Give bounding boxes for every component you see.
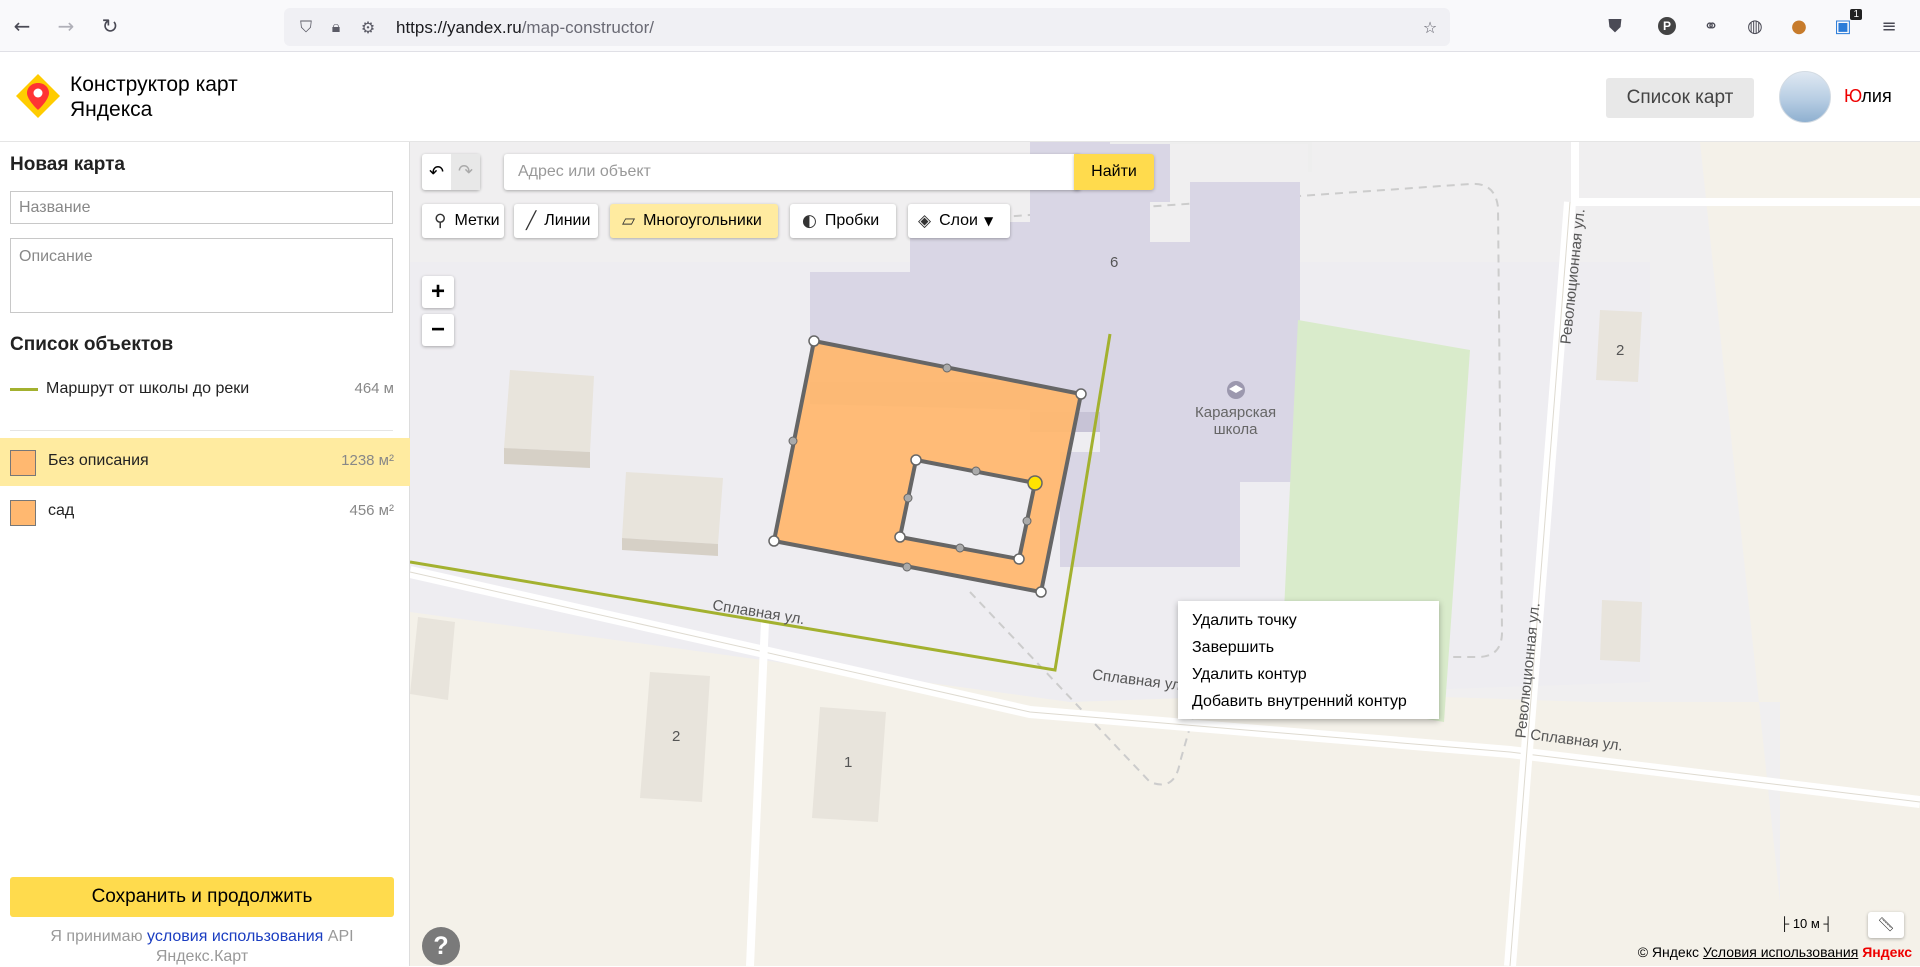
- tool-label: Многоугольники: [643, 212, 762, 229]
- app-title-line1: Конструктор карт: [70, 73, 238, 96]
- maps-list-button[interactable]: Список карт: [1606, 78, 1754, 118]
- selected-vertex[interactable]: [1027, 475, 1043, 491]
- menu-icon[interactable]: ≡: [1876, 13, 1902, 39]
- house-number-label: 2: [672, 728, 681, 745]
- yandex-maps-logo-icon[interactable]: [16, 74, 60, 118]
- ruler-icon[interactable]: 📏︎: [1868, 912, 1904, 938]
- extension-badge: 1: [1850, 9, 1862, 20]
- extensions-icon[interactable]: ⚭: [1698, 13, 1724, 39]
- redo-button[interactable]: ↷: [451, 154, 480, 190]
- terms-link[interactable]: условия использования: [147, 928, 323, 945]
- profile-p-icon[interactable]: P: [1654, 13, 1680, 39]
- zoom-in-button[interactable]: +: [422, 276, 454, 308]
- tool-lines-button[interactable]: ╱ Линии: [514, 204, 598, 238]
- map-canvas[interactable]: 6 Караярская школа Сплавная ул. Сплавная …: [410, 142, 1920, 966]
- school-name-label[interactable]: Караярская школа: [1195, 404, 1276, 438]
- scale-label: 10 м: [1792, 916, 1820, 931]
- polygon-swatch-icon: [10, 500, 36, 526]
- map-layer[interactable]: [410, 142, 1920, 966]
- scale-bar: ├ 10 м ┤: [1780, 916, 1833, 931]
- globe-icon[interactable]: ◍: [1742, 13, 1768, 39]
- object-item-polygon-1[interactable]: Без описания 1238 м²: [0, 438, 410, 486]
- tool-layers-button[interactable]: ◈ Слои ▼: [908, 204, 1010, 238]
- layers-icon: ◈: [918, 211, 932, 231]
- tool-label: Слои: [939, 212, 978, 229]
- bookmark-star-icon[interactable]: ☆: [1420, 17, 1440, 37]
- object-item-polygon-2[interactable]: сад 456 м²: [0, 488, 410, 536]
- menu-item-delete-point[interactable]: Удалить точку: [1178, 607, 1439, 634]
- pocket-icon[interactable]: ⛊: [1602, 13, 1628, 39]
- line-icon: ╱: [526, 211, 537, 231]
- objects-list-title: Список объектов: [10, 334, 174, 355]
- house: [622, 472, 723, 544]
- sidebar: Новая карта Название Описание Список объ…: [0, 142, 410, 966]
- divider: [10, 430, 393, 431]
- object-label: сад: [48, 502, 75, 519]
- tool-polygons-button[interactable]: ▱ Многоугольники: [610, 204, 778, 238]
- house-number-label: 1: [844, 754, 853, 771]
- map-name-input[interactable]: Название: [10, 191, 393, 224]
- search-button[interactable]: Найти: [1074, 154, 1154, 190]
- object-label: Маршрут от школы до реки: [46, 380, 250, 397]
- back-icon[interactable]: ←: [8, 12, 36, 40]
- permissions-icon[interactable]: ⚙: [358, 17, 378, 37]
- terms-text: Я принимаю условия использования API Янд…: [50, 928, 354, 965]
- menu-item-finish[interactable]: Завершить: [1178, 634, 1439, 661]
- url-text[interactable]: https://yandex.ru/map-constructor/: [396, 18, 654, 38]
- polygon-swatch-icon: [10, 450, 36, 476]
- polygon-icon: ▱: [622, 211, 636, 231]
- tool-label: Метки: [454, 212, 500, 229]
- object-length: 464 м: [354, 380, 394, 397]
- new-map-title: Новая карта: [10, 154, 125, 175]
- avatar[interactable]: [1779, 71, 1831, 123]
- app-header: Конструктор карт Яндекса Список карт Юли…: [0, 52, 1920, 142]
- app-title-line2: Яндекса: [70, 98, 153, 121]
- line-swatch-icon: [10, 388, 38, 391]
- undo-redo-group: ↶ ↷: [422, 154, 480, 190]
- app-title[interactable]: Конструктор карт Яндекса: [70, 72, 238, 122]
- lock-icon[interactable]: 🔒︎: [326, 17, 346, 37]
- copyright: © Яндекс Условия использования Яндекс: [1638, 944, 1912, 960]
- house: [410, 617, 455, 700]
- browser-toolbar: ← → ↻ ⛉ 🔒︎ ⚙ https://yandex.ru/map-const…: [0, 0, 1920, 52]
- tool-label: Линии: [544, 212, 591, 229]
- zoom-out-button[interactable]: −: [422, 314, 454, 346]
- object-label: Без описания: [48, 452, 149, 469]
- forward-icon[interactable]: →: [52, 12, 80, 40]
- placemark-icon: ⚲: [434, 211, 447, 231]
- house: [504, 370, 594, 452]
- house: [1600, 600, 1642, 662]
- shield-icon[interactable]: ⛉: [296, 17, 316, 37]
- tool-placemarks-button[interactable]: ⚲ Метки: [422, 204, 504, 238]
- notification-extension-icon[interactable]: ▣ 1: [1830, 9, 1862, 39]
- vertex-context-menu: Удалить точку Завершить Удалить контур Д…: [1178, 601, 1439, 719]
- address-bar[interactable]: ⛉ 🔒︎ ⚙ https://yandex.ru/map-constructor…: [284, 8, 1450, 46]
- copyright-text: © Яндекс: [1637, 944, 1700, 960]
- reload-icon[interactable]: ↻: [96, 12, 124, 40]
- object-item-route[interactable]: Маршрут от школы до реки 464 м: [0, 366, 410, 414]
- yandex-brand[interactable]: Яндекс: [1862, 944, 1912, 960]
- object-area: 456 м²: [349, 502, 394, 519]
- house-number-label: 2: [1616, 342, 1625, 359]
- traffic-icon: ◐: [802, 211, 817, 231]
- building-number-label: 6: [1110, 254, 1119, 271]
- save-and-continue-button[interactable]: Сохранить и продолжить: [10, 877, 394, 917]
- search-input[interactable]: Адрес или объект: [504, 154, 1080, 190]
- tool-label: Пробки: [824, 212, 880, 229]
- undo-button[interactable]: ↶: [422, 162, 451, 183]
- map-terms-link[interactable]: Условия использования: [1703, 944, 1858, 960]
- map-description-input[interactable]: Описание: [10, 238, 393, 313]
- help-button[interactable]: ?: [422, 927, 460, 965]
- tool-traffic-button[interactable]: ◐ Пробки: [790, 204, 896, 238]
- menu-item-delete-contour[interactable]: Удалить контур: [1178, 661, 1439, 688]
- chevron-down-icon: ▼: [983, 214, 994, 228]
- object-area: 1238 м²: [341, 452, 394, 469]
- user-name[interactable]: Юлия: [1844, 86, 1892, 107]
- bear-extension-icon[interactable]: ●: [1786, 13, 1812, 39]
- menu-item-add-inner-contour[interactable]: Добавить внутренний контур: [1178, 688, 1439, 715]
